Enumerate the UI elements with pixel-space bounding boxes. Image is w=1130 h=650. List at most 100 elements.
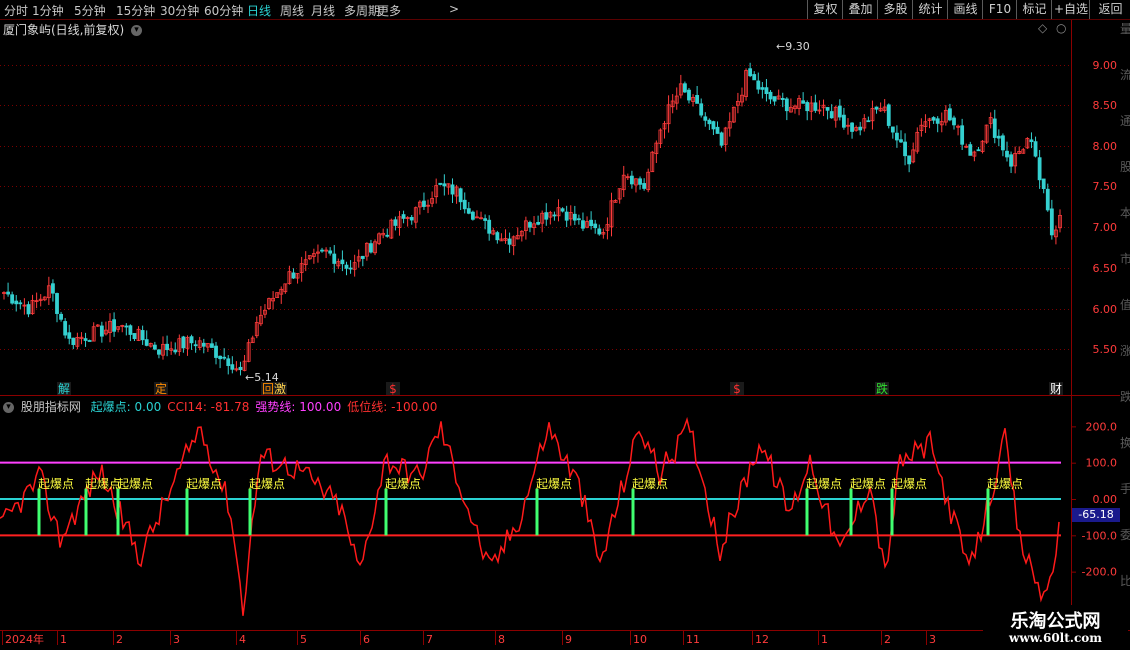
candle-body [752,74,757,81]
candle-body [960,125,965,145]
candle-body [813,102,818,111]
toolbar-button[interactable]: 多股 [877,0,913,19]
candle-body [1009,154,1013,167]
candle-body [173,349,178,353]
chart-canvas[interactable]: 9.008.508.007.507.006.506.005.50←9.30←5.… [0,0,1130,650]
event-marker: 解 [58,382,70,396]
candle-body [948,108,952,121]
candle-body [931,117,936,121]
price-tick-label: 6.50 [1093,262,1118,275]
candle-body [487,219,492,234]
period-tab[interactable]: 60分钟 [204,2,243,19]
period-tab[interactable]: 1分钟 [32,2,64,19]
candle-body [597,228,602,235]
candle-body [850,122,854,132]
period-tab[interactable]: 多周期 [344,2,380,19]
chevron-right-icon[interactable]: > [449,2,459,16]
candle-body [976,149,981,152]
candle-body [576,218,581,221]
candle-body [181,336,186,349]
time-axis-label: 2 [884,633,891,646]
candle-body [1029,139,1034,143]
period-tab[interactable]: 30分钟 [160,2,199,19]
time-axis-label: 7 [426,633,433,646]
signal-bar [849,488,853,536]
candle-body [642,183,647,189]
candle-body [715,126,720,134]
time-axis-label: 12 [755,633,769,646]
candle-body [996,135,1001,139]
candle-body [544,212,549,220]
signal-bar [535,488,539,536]
toolbar-button[interactable]: 返回 [1089,0,1130,19]
dot-icon[interactable]: ○ [1056,21,1066,35]
candle-body [968,144,973,156]
candle-body [71,337,76,345]
candle-body [890,126,895,133]
toolbar-button[interactable]: +自选 [1051,0,1090,19]
event-marker: 回 [262,382,274,396]
period-tab[interactable]: 月线 [311,2,335,19]
edge-label: 跌 [1120,390,1130,404]
event-marker: 财 [1050,382,1062,396]
candle-body [385,234,390,237]
candle-body [780,97,785,101]
event-marker: 跌 [876,381,888,396]
edge-label: 本 [1120,206,1130,220]
toolbar-button[interactable]: 叠加 [842,0,878,19]
edge-label: 流 [1120,68,1130,82]
candle-body [699,103,704,116]
signal-label: 起爆点 [987,477,1023,491]
period-tab[interactable]: 5分钟 [74,2,106,19]
candle-body [189,336,194,344]
candle-body [340,259,345,265]
candle-body [483,218,488,221]
time-axis-label: 5 [300,633,307,646]
indicator-header[interactable]: ▾ 股朋指标网 起爆点: 0.00 CCI14: -81.78 强势线: 100.0… [3,398,437,415]
toolbar-button[interactable]: 标记 [1016,0,1052,19]
candle-body [144,339,149,346]
candle-body [140,330,145,341]
period-tab[interactable]: 日线 [247,2,271,19]
chevron-down-icon[interactable]: ▾ [3,402,14,413]
toolbar-button[interactable]: 画线 [947,0,983,19]
time-axis-label: 2024年 [5,632,44,646]
candle-body [458,188,463,203]
signal-bar [890,488,894,536]
candle-body [328,250,333,254]
candle-body [201,342,206,347]
price-tick-label: 9.00 [1093,59,1118,72]
signal-label: 起爆点 [85,477,121,491]
candle-body [55,293,59,314]
price-tick-label: 8.00 [1093,140,1118,153]
diamond-icon[interactable]: ◇ [1038,21,1047,35]
candle-body [719,132,724,146]
stock-title[interactable]: 厦门象屿(日线,前复权) ▾ [3,21,143,38]
period-toolbar: 分时 1分钟 5分钟 15分钟 30分钟 60分钟 日线 周线 月线 多周期 更多 > 复权 叠加 多股 统计… [0,0,1130,20]
toolbar-button[interactable]: 复权 [807,0,843,19]
event-marker: $ [733,382,741,396]
period-tab[interactable]: 分时 [4,2,28,19]
right-info-panel-edge: 量流通股本市值涨跌换手委比 [1120,20,1130,630]
toolbar-button[interactable]: 统计 [912,0,948,19]
edge-label: 通 [1120,114,1130,128]
candle-body [369,243,373,253]
candle-body [450,184,455,195]
indicator-tick-label: -200.0 [1082,566,1117,579]
signal-label: 起爆点 [249,477,285,491]
toolbar-button[interactable]: F10 [982,0,1017,19]
time-axis-label: 10 [633,633,647,646]
candle-body [992,118,997,138]
chevron-down-icon[interactable]: ▾ [131,25,143,36]
period-tab[interactable]: 15分钟 [116,2,155,19]
candle-body [629,175,634,185]
edge-label: 股 [1120,160,1130,174]
period-tab[interactable]: 更多 [377,2,401,19]
candle-body [6,291,10,295]
time-axis-label: 2 [116,633,123,646]
signal-bar [805,488,809,536]
period-tab[interactable]: 周线 [280,2,304,19]
candle-body [903,141,907,157]
candle-body [409,217,414,221]
candle-body [210,343,214,348]
